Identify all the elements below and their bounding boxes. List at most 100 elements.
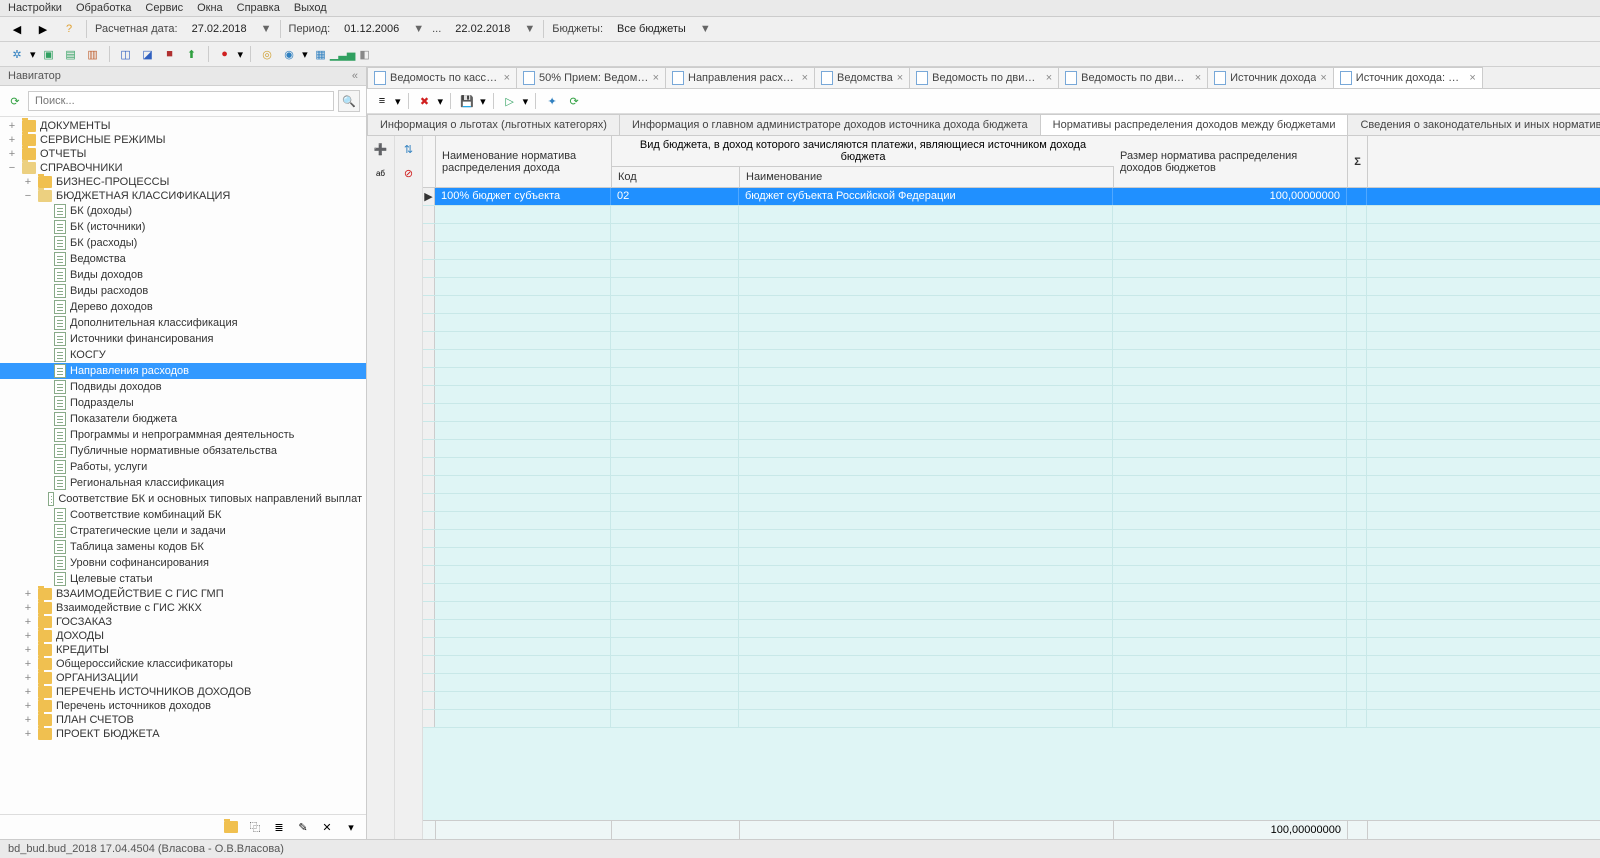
- tree-doc[interactable]: Дополнительная классификация: [0, 315, 366, 331]
- table-row[interactable]: [423, 620, 1600, 638]
- expand-icon[interactable]: +: [22, 588, 34, 600]
- tab-close-icon[interactable]: ×: [1195, 72, 1201, 84]
- tree-folder[interactable]: +КРЕДИТЫ: [0, 643, 366, 657]
- tree-folder[interactable]: +ПРОЕКТ БЮДЖЕТА: [0, 727, 366, 741]
- tree-doc[interactable]: Региональная классификация: [0, 475, 366, 491]
- table-row[interactable]: [423, 638, 1600, 656]
- document-tab[interactable]: Источник дохода: №...×: [1333, 67, 1483, 88]
- collapse-button[interactable]: «: [352, 70, 358, 82]
- tree-doc[interactable]: Виды расходов: [0, 283, 366, 299]
- tab-close-icon[interactable]: ×: [504, 72, 510, 84]
- menu-item[interactable]: Настройки: [8, 2, 62, 14]
- tree-doc[interactable]: Направления расходов: [0, 363, 366, 379]
- table-row[interactable]: [423, 386, 1600, 404]
- gt-filter-icon[interactable]: ⇅: [400, 140, 418, 158]
- tree-doc[interactable]: Соответствие БК и основных типовых напра…: [0, 491, 366, 507]
- footer-list-icon[interactable]: ≣: [270, 818, 288, 836]
- menu-item[interactable]: Окна: [197, 2, 223, 14]
- gt-cancel-icon[interactable]: ⊘: [400, 164, 418, 182]
- table-row[interactable]: [423, 458, 1600, 476]
- search-input[interactable]: [28, 91, 334, 111]
- table-row[interactable]: [423, 674, 1600, 692]
- expand-icon[interactable]: +: [22, 176, 34, 188]
- table-row[interactable]: [423, 206, 1600, 224]
- tree-doc[interactable]: Подразделы: [0, 395, 366, 411]
- record-dd[interactable]: ▾: [238, 48, 244, 61]
- expand-icon[interactable]: +: [22, 714, 34, 726]
- tool-7-icon[interactable]: ■: [161, 45, 179, 63]
- expand-icon[interactable]: +: [22, 658, 34, 670]
- tab-close-icon[interactable]: ×: [897, 72, 903, 84]
- table-row[interactable]: [423, 530, 1600, 548]
- tool-1-dd[interactable]: ▾: [30, 48, 36, 61]
- tree-folder[interactable]: +ПЕРЕЧЕНЬ ИСТОЧНИКОВ ДОХОДОВ: [0, 685, 366, 699]
- tree-doc[interactable]: Виды доходов: [0, 267, 366, 283]
- tool-1-icon[interactable]: ✲: [8, 45, 26, 63]
- expand-icon[interactable]: +: [22, 644, 34, 656]
- tree-folder[interactable]: −СПРАВОЧНИКИ: [0, 161, 366, 175]
- grid-body[interactable]: ▶100% бюджет субъекта02бюджет субъекта Р…: [423, 188, 1600, 820]
- table-row[interactable]: [423, 476, 1600, 494]
- tree-folder[interactable]: +Взаимодействие с ГИС ЖКХ: [0, 601, 366, 615]
- menu-item[interactable]: Справка: [237, 2, 280, 14]
- date-dropdown-icon[interactable]: ▼: [261, 23, 272, 35]
- tree-doc[interactable]: БК (доходы): [0, 203, 366, 219]
- sub-tab[interactable]: Информация о главном администраторе дохо…: [619, 114, 1041, 135]
- tree-folder[interactable]: +ГОСЗАКАЗ: [0, 615, 366, 629]
- tree-doc[interactable]: Работы, услуги: [0, 459, 366, 475]
- table-row[interactable]: [423, 494, 1600, 512]
- table-row[interactable]: [423, 584, 1600, 602]
- table-row[interactable]: [423, 242, 1600, 260]
- tool-4-icon[interactable]: ▥: [84, 45, 102, 63]
- expand-icon[interactable]: +: [22, 630, 34, 642]
- tool-14-icon[interactable]: ◧: [356, 45, 374, 63]
- table-row[interactable]: [423, 350, 1600, 368]
- tab-close-icon[interactable]: ×: [1046, 72, 1052, 84]
- navigator-tree[interactable]: +ДОКУМЕНТЫ+СЕРВИСНЫЕ РЕЖИМЫ+ОТЧЕТЫ−СПРАВ…: [0, 117, 366, 814]
- expand-icon[interactable]: +: [22, 686, 34, 698]
- table-row[interactable]: [423, 710, 1600, 728]
- ct-menu-dd[interactable]: ▾: [395, 95, 401, 108]
- period-from-dd-icon[interactable]: ▼: [413, 23, 424, 35]
- period-to-dd-icon[interactable]: ▼: [524, 23, 535, 35]
- tree-doc[interactable]: Стратегические цели и задачи: [0, 523, 366, 539]
- tool-11-dd[interactable]: ▾: [302, 48, 308, 61]
- sub-tab[interactable]: Информация о льготах (льготных категорях…: [367, 114, 620, 135]
- table-row[interactable]: [423, 278, 1600, 296]
- expand-icon[interactable]: −: [6, 162, 18, 174]
- tree-doc[interactable]: Таблица замены кодов БК: [0, 539, 366, 555]
- chart-icon[interactable]: ▁▃▅: [334, 45, 352, 63]
- tool-11-icon[interactable]: ◉: [280, 45, 298, 63]
- ct-save-icon[interactable]: 💾: [458, 92, 476, 110]
- table-row[interactable]: [423, 440, 1600, 458]
- tab-close-icon[interactable]: ×: [1469, 72, 1475, 84]
- ct-refresh-icon[interactable]: ⟳: [565, 92, 583, 110]
- table-row[interactable]: [423, 566, 1600, 584]
- tree-folder[interactable]: +ОРГАНИЗАЦИИ: [0, 671, 366, 685]
- tree-doc[interactable]: Уровни софинансирования: [0, 555, 366, 571]
- ct-run-icon[interactable]: ▷: [501, 92, 519, 110]
- expand-icon[interactable]: +: [6, 120, 18, 132]
- document-tab[interactable]: Ведомость по кассо...×: [367, 67, 517, 88]
- tree-folder[interactable]: +ДОХОДЫ: [0, 629, 366, 643]
- ct-wand-icon[interactable]: ✦: [543, 92, 561, 110]
- tree-doc[interactable]: Дерево доходов: [0, 299, 366, 315]
- footer-folder-icon[interactable]: [222, 818, 240, 836]
- tool-2-icon[interactable]: ▣: [40, 45, 58, 63]
- budget-dd-icon[interactable]: ▼: [700, 23, 711, 35]
- document-tab[interactable]: Ведомства×: [814, 67, 910, 88]
- tree-doc[interactable]: Ведомства: [0, 251, 366, 267]
- tree-folder[interactable]: +ОТЧЕТЫ: [0, 147, 366, 161]
- header-col4[interactable]: Размер норматива распределения доходов б…: [1114, 136, 1348, 187]
- tree-folder[interactable]: +СЕРВИСНЫЕ РЕЖИМЫ: [0, 133, 366, 147]
- document-tab[interactable]: Направления расхо...×: [665, 67, 815, 88]
- tree-doc[interactable]: Подвиды доходов: [0, 379, 366, 395]
- tree-doc[interactable]: Источники финансирования: [0, 331, 366, 347]
- header-col1[interactable]: Наименование норматива распределения дох…: [436, 136, 612, 187]
- table-row[interactable]: [423, 296, 1600, 314]
- sub-tab[interactable]: Сведения о законодательных и иных нормат…: [1347, 114, 1600, 135]
- help-icon[interactable]: ?: [60, 20, 78, 38]
- tree-folder[interactable]: +Общероссийские классификаторы: [0, 657, 366, 671]
- tree-folder[interactable]: −БЮДЖЕТНАЯ КЛАССИФИКАЦИЯ: [0, 189, 366, 203]
- tree-doc[interactable]: БК (расходы): [0, 235, 366, 251]
